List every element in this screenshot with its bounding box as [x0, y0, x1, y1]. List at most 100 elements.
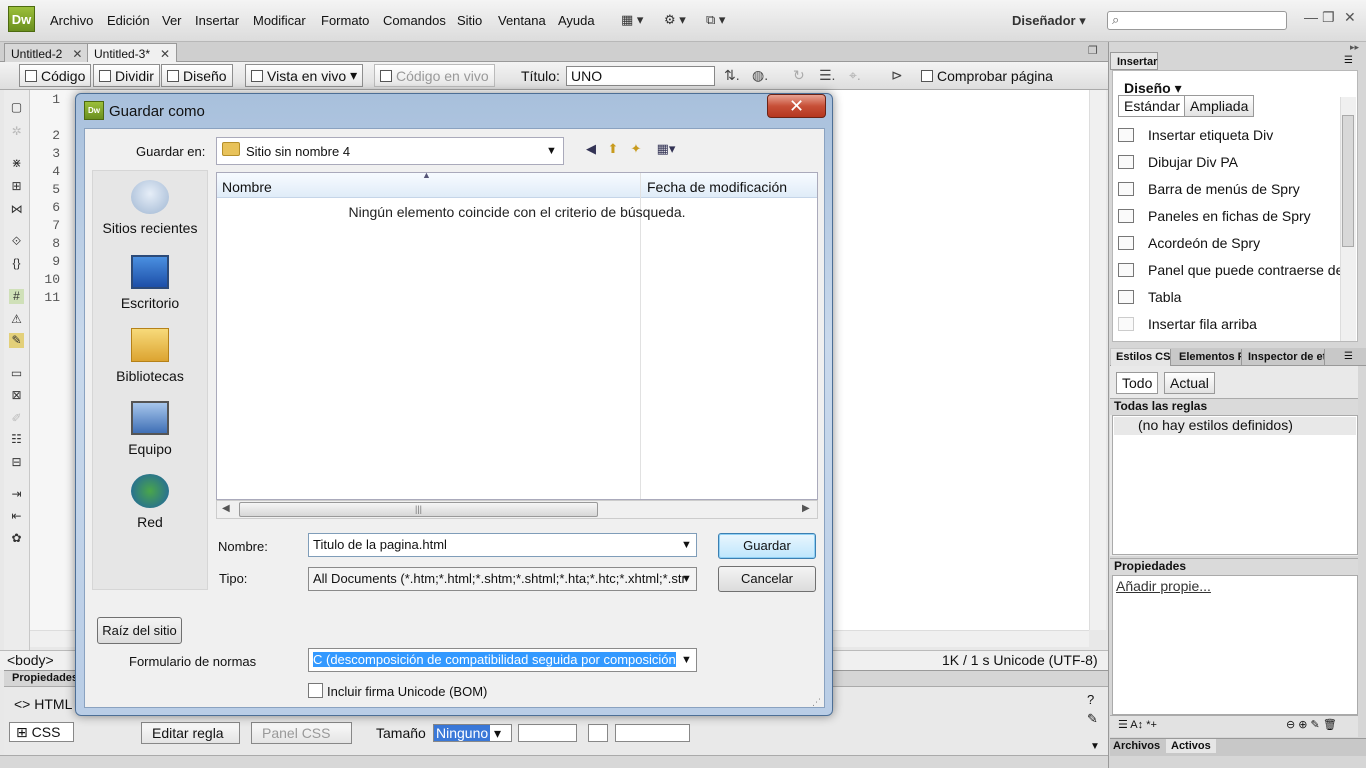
place-computer[interactable]: Equipo [92, 401, 208, 457]
insert-item[interactable]: Barra de menús de Spry [1118, 179, 1340, 199]
indent-icon[interactable]: ⇥ [9, 487, 24, 502]
add-property-link[interactable]: Añadir propie... [1116, 578, 1211, 594]
scroll-thumb[interactable]: ||| [239, 502, 598, 517]
menu-formato[interactable]: Formato [321, 13, 369, 28]
back-icon[interactable]: ◀ [582, 141, 600, 157]
tab-assets[interactable]: Activos [1166, 739, 1216, 753]
outdent-icon[interactable]: ⇤ [9, 509, 24, 524]
scroll-thumb[interactable] [1342, 115, 1354, 247]
tab-tag-inspector[interactable]: Inspector de eti [1243, 349, 1325, 366]
scroll-left-icon[interactable]: ◀ [222, 503, 230, 514]
place-recent-sites[interactable]: Sitios recientes [92, 180, 208, 236]
validate-icon[interactable]: ⊳ [891, 67, 903, 84]
select-parent-tag-icon[interactable]: ⟐ [9, 234, 24, 249]
panel-menu-icon[interactable]: ☰ [1344, 55, 1353, 66]
code-view-button[interactable]: Código [19, 64, 92, 87]
recent-snippets-icon[interactable]: ☷ [9, 432, 24, 447]
column-date-modified[interactable]: Fecha de modificación [647, 179, 787, 195]
save-button[interactable]: Guardar [718, 533, 816, 559]
size-select[interactable]: Ninguno ▾ [433, 724, 512, 742]
file-type-select[interactable]: All Documents (*.htm;*.html;*.shtm;*.sht… [308, 567, 697, 591]
syntax-coloring-icon[interactable]: ✎ [9, 333, 24, 348]
minimize-icon[interactable]: — [1304, 9, 1318, 25]
quick-tag-editor-icon[interactable]: ✎ [1087, 711, 1098, 727]
expand-all-icon[interactable]: ⋈ [9, 202, 24, 217]
menu-archivo[interactable]: Archivo [50, 13, 93, 28]
move-css-icon[interactable]: ⊟ [9, 455, 24, 470]
scroll-right-icon[interactable]: ▶ [802, 503, 810, 514]
refresh-icon[interactable]: ↻ [793, 67, 805, 84]
collapse-selection-icon[interactable]: ⊞ [9, 179, 24, 194]
tab-ap-elements[interactable]: Elementos PA [1174, 349, 1242, 366]
wrap-tag-icon[interactable]: ✐ [9, 411, 24, 426]
line-numbers-icon[interactable]: # [9, 289, 24, 304]
gear-icon[interactable]: ⚙ ▾ [664, 12, 686, 28]
all-mode-button[interactable]: Todo [1116, 372, 1159, 394]
tab-insertar[interactable]: Insertar [1110, 52, 1158, 70]
expanded-mode-button[interactable]: Ampliada [1184, 95, 1255, 117]
restore-icon[interactable]: ❐ [1322, 9, 1335, 26]
highlight-invalid-code-icon[interactable]: ⚠ [9, 312, 24, 327]
resize-grip-icon[interactable]: ⋰ [812, 697, 821, 708]
menu-insertar[interactable]: Insertar [195, 13, 239, 28]
show-code-navigator-icon[interactable]: ✲ [9, 124, 24, 139]
close-icon[interactable]: ✕ [72, 47, 82, 61]
collapse-icon[interactable]: ▼ [1090, 741, 1100, 752]
standard-mode-button[interactable]: Estándar [1118, 95, 1187, 117]
menu-ver[interactable]: Ver [162, 13, 182, 28]
balance-braces-icon[interactable]: {} [9, 256, 24, 271]
open-documents-icon[interactable]: ▢ [9, 100, 24, 115]
column-divider[interactable] [640, 173, 641, 499]
insert-item[interactable]: Tabla [1118, 287, 1340, 307]
help-icon[interactable]: ? [1087, 692, 1094, 707]
cancel-button[interactable]: Cancelar [718, 566, 816, 592]
place-libraries[interactable]: Bibliotecas [92, 328, 208, 384]
current-mode-button[interactable]: Actual [1164, 372, 1215, 394]
chevron-down-icon[interactable]: ▾ [350, 67, 357, 84]
restore-doc-icon[interactable]: ❐ [1088, 44, 1098, 57]
split-view-button[interactable]: Dividir [93, 64, 160, 87]
format-source-icon[interactable]: ✿ [9, 531, 24, 546]
visual-aids-icon[interactable]: ⌖. [849, 67, 861, 84]
chevron-down-icon[interactable]: ▼ [681, 573, 692, 585]
search-input[interactable] [1107, 11, 1287, 30]
close-icon[interactable]: ✕ [160, 47, 170, 61]
tab-untitled-3[interactable]: Untitled-3* ✕ [87, 43, 178, 62]
edit-rule-button[interactable]: Editar regla [141, 722, 240, 744]
menu-edicion[interactable]: Edición [107, 13, 150, 28]
tab-css-styles[interactable]: Estilos CSS [1111, 349, 1171, 366]
live-view-button[interactable]: Vista en vivo ▾ [245, 64, 364, 87]
normalization-select[interactable]: C (descomposición de compatibilidad segu… [308, 648, 697, 672]
insert-item[interactable]: Paneles en fichas de Spry [1118, 206, 1340, 226]
chevron-down-icon[interactable]: ▼ [546, 145, 557, 157]
filename-input[interactable]: Titulo de la pagina.html [308, 533, 697, 557]
html-mode-button[interactable]: <> HTML [14, 696, 72, 712]
place-desktop[interactable]: Escritorio [92, 255, 208, 311]
apply-comment-icon[interactable]: ▭ [9, 366, 24, 381]
menu-comandos[interactable]: Comandos [383, 13, 446, 28]
view-menu-icon[interactable]: ▦▾ [651, 141, 681, 157]
insert-item[interactable]: Acordeón de Spry [1118, 233, 1340, 253]
panel-menu-icon[interactable]: ☰ [1344, 351, 1353, 362]
live-code-button[interactable]: Código en vivo [374, 64, 495, 87]
menu-sitio[interactable]: Sitio [457, 13, 482, 28]
file-list[interactable] [216, 172, 818, 500]
workspace-switcher[interactable]: Diseñador ▾ [1012, 13, 1086, 29]
size-unit-select[interactable] [518, 724, 577, 742]
new-folder-icon[interactable]: ✦ [627, 141, 645, 157]
up-folder-icon[interactable]: ⬆ [604, 141, 622, 157]
editor-vertical-scrollbar[interactable] [1089, 90, 1106, 630]
attach-style-icon[interactable]: ⊖ ⊕ ✎ 🗑 [1286, 718, 1337, 731]
rules-list[interactable] [1112, 415, 1358, 555]
design-view-button[interactable]: Diseño [161, 64, 233, 87]
title-input[interactable]: UNO [566, 66, 715, 86]
check-page-button[interactable]: Comprobar página [916, 64, 1058, 87]
column-name[interactable]: Nombre [222, 179, 272, 195]
css-panel-button[interactable]: Panel CSS [251, 722, 352, 744]
remove-comment-icon[interactable]: ⊠ [9, 388, 24, 403]
tab-untitled-2[interactable]: Untitled-2 ✕ [4, 43, 90, 62]
close-icon[interactable]: ✕ [1344, 9, 1356, 26]
category-view-icon[interactable]: ☰ A↕ *+ [1118, 718, 1157, 731]
collapse-panels-icon[interactable]: ▸▸ [1350, 42, 1359, 53]
site-root-button[interactable]: Raíz del sitio [97, 617, 182, 644]
